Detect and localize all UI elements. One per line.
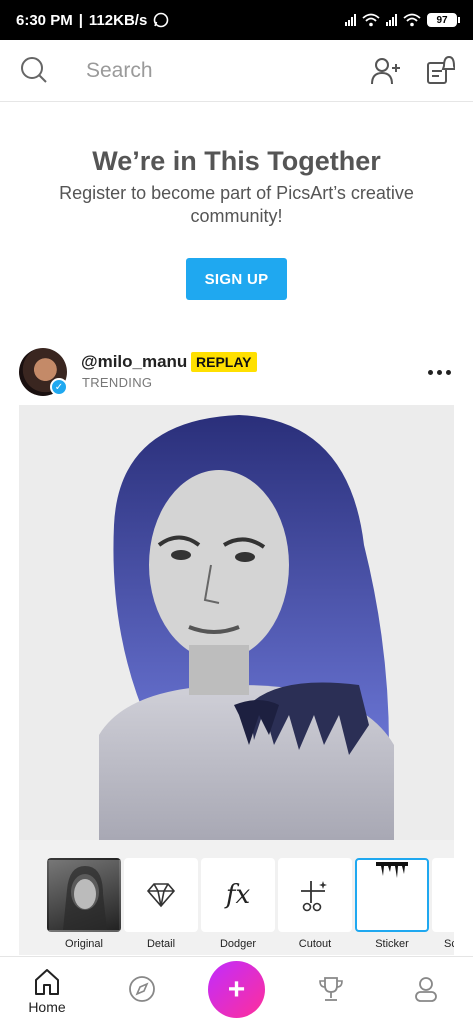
post-username[interactable]: @milo_manu <box>81 352 187 372</box>
profile-icon <box>415 977 437 1002</box>
more-options-icon[interactable] <box>424 362 454 382</box>
fx-icon: fx <box>225 880 251 910</box>
effect-label: Dodger <box>219 938 257 950</box>
effect-label: Detail <box>146 938 176 950</box>
effect-dodger[interactable]: fx Dodger <box>201 858 275 950</box>
verified-badge-icon: ✓ <box>50 378 68 396</box>
effect-label: Original <box>65 938 103 950</box>
drip-icon <box>376 862 408 878</box>
notifications-icon[interactable] <box>425 54 455 86</box>
signal-icon-2 <box>386 14 397 26</box>
promo-subtitle: Register to become part of PicsArt’s cre… <box>59 183 414 226</box>
signal-icon <box>345 14 356 26</box>
effect-dodger-thumb: fx <box>201 858 275 932</box>
effect-partial-thumb <box>432 858 454 932</box>
original-photo-thumbnail <box>63 866 107 930</box>
post-image[interactable] <box>19 405 454 840</box>
nav-explore[interactable] <box>112 957 172 1024</box>
whatsapp-icon <box>153 12 169 28</box>
wifi-icon <box>362 13 380 27</box>
effect-cutout[interactable]: Cutout <box>278 858 352 950</box>
trophy-icon <box>319 977 343 1001</box>
nav-home-label: Home <box>28 999 66 1015</box>
effect-detail-thumb <box>124 858 198 932</box>
post-tag: TRENDING <box>82 375 153 390</box>
diamond-icon <box>146 883 176 908</box>
wifi-icon-2 <box>403 13 421 27</box>
create-plus-button[interactable]: + <box>208 961 265 1018</box>
nav-profile[interactable] <box>396 957 456 1024</box>
effect-original-thumb <box>47 858 121 932</box>
home-icon <box>35 969 59 995</box>
effect-label: Cutout <box>298 938 332 950</box>
add-user-icon[interactable] <box>370 56 402 86</box>
status-speed: 112KB/s <box>88 11 148 29</box>
effect-original[interactable]: Original <box>47 858 121 950</box>
search-icon[interactable] <box>20 56 48 84</box>
top-bar <box>0 40 473 102</box>
status-bar: 6:30 PM | 112KB/s 97 <box>0 0 473 40</box>
effect-sticker[interactable]: Sticker <box>355 858 429 950</box>
search-input[interactable] <box>86 56 336 86</box>
sign-up-button[interactable]: SIGN UP <box>186 258 287 300</box>
effect-sticker-thumb <box>355 858 429 932</box>
status-time: 6:30 PM <box>16 11 73 29</box>
portrait-artwork <box>19 405 454 840</box>
effect-partial[interactable]: Sc <box>432 858 454 950</box>
effect-label: Sticker <box>375 938 409 950</box>
promo-title: We’re in This Together <box>92 146 381 176</box>
battery-icon: 97 <box>427 13 460 27</box>
effects-strip: Original Detail fx Dodger Cutout Sticker… <box>19 840 454 955</box>
effect-cutout-thumb <box>278 858 352 932</box>
compass-icon <box>129 976 155 1002</box>
effect-detail[interactable]: Detail <box>124 858 198 950</box>
replay-badge: REPLAY <box>191 352 257 372</box>
bottom-navigation: Home + <box>0 956 473 1024</box>
nav-challenges[interactable] <box>301 957 361 1024</box>
cutout-icon <box>301 881 327 912</box>
nav-home[interactable]: Home <box>17 957 77 1024</box>
effect-label: Sc <box>444 938 454 950</box>
